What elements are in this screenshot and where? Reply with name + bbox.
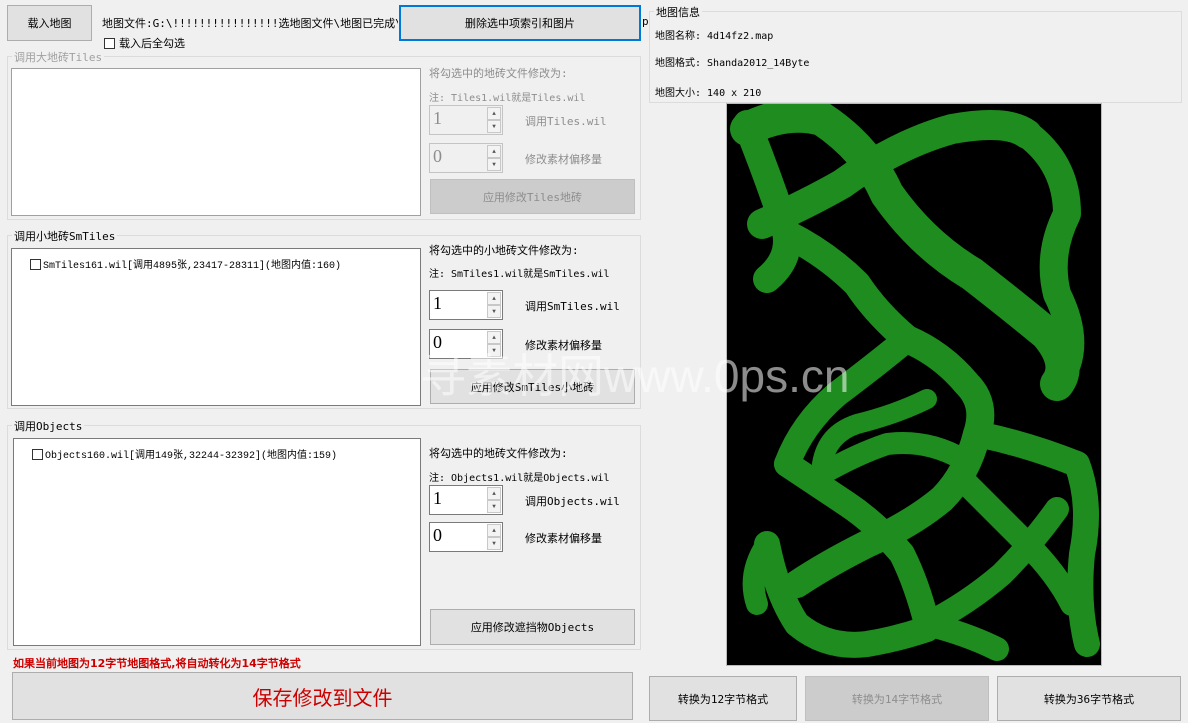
spin-up-icon[interactable]: ▲	[487, 107, 501, 120]
spin-down-icon[interactable]: ▼	[487, 158, 501, 171]
smtiles-file-stepper[interactable]: 1 ▲ ▼	[429, 290, 503, 320]
convert-12byte-button[interactable]: 转换为12字节格式	[649, 676, 797, 721]
list-item[interactable]: SmTiles161.wil[调用4895张,23417-28311](地图内值…	[30, 256, 341, 272]
item-checkbox[interactable]	[30, 258, 41, 270]
spin-down-icon[interactable]: ▼	[487, 120, 501, 133]
apply-objects-button[interactable]: 应用修改遮挡物Objects	[430, 609, 635, 645]
tiles-file-value: 1	[433, 108, 442, 128]
objects-file-label: 调用Objects.wil	[525, 495, 620, 508]
smtiles-offset-value: 0	[433, 332, 442, 352]
map-format-line: 地图格式: Shanda2012_14Byte	[655, 58, 810, 69]
map-name-line: 地图名称: 4d14fz2.map	[655, 31, 774, 42]
item-checkbox[interactable]	[32, 448, 43, 460]
objects-offset-stepper[interactable]: 0 ▲ ▼	[429, 522, 503, 552]
tiles-listbox[interactable]	[11, 68, 421, 216]
smtiles-listbox[interactable]: SmTiles161.wil[调用4895张,23417-28311](地图内值…	[11, 248, 421, 406]
select-all-on-load-checkbox[interactable]: 载入后全勾选	[104, 35, 185, 51]
tiles-file-stepper[interactable]: 1 ▲ ▼	[429, 105, 503, 135]
spin-down-icon[interactable]: ▼	[487, 500, 501, 513]
apply-smtiles-button[interactable]: 应用修改SmTiles小地砖	[430, 369, 635, 404]
objects-change-to-label: 将勾选中的地砖文件修改为:	[429, 447, 568, 460]
list-item[interactable]: Objects160.wil[调用149张,32244-32392](地图内值:…	[32, 446, 337, 462]
spin-up-icon[interactable]: ▲	[487, 524, 501, 537]
tiles-file-label: 调用Tiles.wil	[525, 115, 607, 128]
apply-tiles-button[interactable]: 应用修改Tiles地砖	[430, 179, 635, 214]
convert-36byte-button[interactable]: 转换为36字节格式	[997, 676, 1181, 721]
conversion-warning: 如果当前地图为12字节地图格式,将自动转化为14字节格式	[13, 657, 301, 670]
smtiles-offset-stepper[interactable]: 0 ▲ ▼	[429, 329, 503, 359]
spin-down-icon[interactable]: ▼	[487, 537, 501, 550]
map-file-path-overflow: p	[642, 15, 649, 28]
tiles-offset-value: 0	[433, 146, 442, 166]
smtiles-file-value: 1	[433, 293, 442, 313]
select-all-on-load-label: 载入后全勾选	[119, 37, 185, 50]
spin-up-icon[interactable]: ▲	[487, 487, 501, 500]
convert-14byte-button[interactable]: 转换为14字节格式	[805, 676, 989, 721]
map-size-line: 地图大小: 140 x 210	[655, 88, 762, 99]
objects-listbox[interactable]: Objects160.wil[调用149张,32244-32392](地图内值:…	[13, 438, 421, 646]
objects-offset-label: 修改素材偏移量	[525, 532, 602, 545]
spin-down-icon[interactable]: ▼	[487, 344, 501, 357]
smtiles-change-to-label: 将勾选中的小地砖文件修改为:	[429, 244, 579, 257]
delete-selected-button[interactable]: 删除选中项索引和图片	[399, 5, 641, 41]
objects-file-value: 1	[433, 488, 442, 508]
tiles-offset-stepper[interactable]: 0 ▲ ▼	[429, 143, 503, 173]
save-to-file-button[interactable]: 保存修改到文件	[12, 672, 633, 720]
smtiles-group-title: 调用小地砖SmTiles	[12, 228, 118, 244]
spin-down-icon[interactable]: ▼	[487, 305, 501, 318]
objects-offset-value: 0	[433, 525, 442, 545]
map-preview-graphic	[730, 104, 1100, 661]
spin-up-icon[interactable]: ▲	[487, 292, 501, 305]
map-preview[interactable]	[726, 103, 1102, 666]
smtiles-offset-label: 修改素材偏移量	[525, 339, 602, 352]
objects-note: 注: Objects1.wil就是Objects.wil	[429, 473, 610, 484]
smtiles-file-label: 调用SmTiles.wil	[525, 300, 620, 313]
tiles-offset-label: 修改素材偏移量	[525, 153, 602, 166]
tiles-group-title: 调用大地砖Tiles	[12, 49, 105, 65]
list-item-label: SmTiles161.wil[调用4895张,23417-28311](地图内值…	[43, 261, 342, 272]
spin-up-icon[interactable]: ▲	[487, 145, 501, 158]
smtiles-note: 注: SmTiles1.wil就是SmTiles.wil	[429, 269, 610, 280]
checkbox-box[interactable]	[104, 37, 115, 49]
spin-up-icon[interactable]: ▲	[487, 331, 501, 344]
tiles-change-to-label: 将勾选中的地砖文件修改为:	[429, 67, 568, 80]
tiles-note: 注: Tiles1.wil就是Tiles.wil	[429, 93, 586, 104]
list-item-label: Objects160.wil[调用149张,32244-32392](地图内值:…	[45, 451, 338, 462]
objects-group-title: 调用Objects	[12, 418, 85, 434]
map-file-path: 地图文件:G:\!!!!!!!!!!!!!!!!选地图文件\地图已完成\	[102, 17, 398, 30]
map-info-title: 地图信息	[654, 4, 702, 20]
load-map-button[interactable]: 载入地图	[7, 5, 92, 41]
objects-file-stepper[interactable]: 1 ▲ ▼	[429, 485, 503, 515]
